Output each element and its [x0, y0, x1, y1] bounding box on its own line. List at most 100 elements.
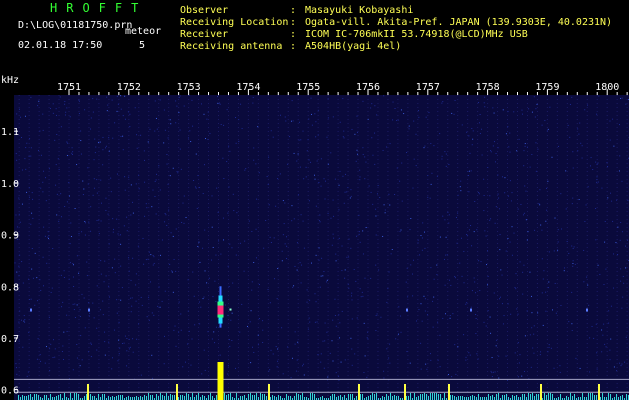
noise-pixel: [68, 195, 70, 197]
noise-pixel: [419, 254, 421, 256]
noise-pixel: [148, 319, 150, 321]
noise-pixel: [610, 192, 612, 194]
noise-pixel: [80, 140, 82, 142]
noise-pixel: [238, 140, 240, 142]
noise-pixel: [560, 304, 562, 306]
noise-pixel: [245, 168, 247, 170]
noise-pixel: [524, 143, 526, 145]
noise-pixel: [330, 152, 332, 154]
noise-pixel: [384, 212, 386, 214]
noise-pixel: [313, 174, 315, 176]
noise-pixel: [100, 273, 102, 275]
noise-pixel: [362, 153, 364, 155]
noise-pixel: [298, 139, 300, 141]
noise-pixel: [228, 145, 230, 147]
noise-pixel: [531, 327, 533, 329]
noise-pixel: [470, 170, 472, 172]
noise-pixel: [423, 295, 425, 297]
noise-pixel: [112, 231, 114, 233]
noise-pixel: [315, 301, 317, 303]
noise-pixel: [382, 235, 384, 237]
noise-pixel: [466, 302, 468, 304]
noise-pixel: [268, 204, 270, 206]
noise-pixel: [386, 301, 388, 303]
noise-pixel: [303, 178, 305, 180]
noise-pixel: [50, 291, 52, 293]
noise-pixel: [289, 136, 291, 138]
noise-pixel: [327, 376, 329, 378]
noise-pixel: [39, 130, 41, 132]
baseline-bar: [70, 393, 71, 400]
noise-pixel: [394, 107, 396, 109]
noise-pixel: [472, 138, 474, 140]
noise-pixel: [111, 267, 113, 269]
noise-pixel: [430, 183, 432, 185]
noise-pixel: [542, 278, 544, 280]
noise-pixel: [421, 237, 423, 239]
noise-pixel: [96, 179, 98, 181]
noise-pixel: [70, 222, 72, 224]
noise-pixel: [617, 226, 619, 228]
baseline-bar: [118, 395, 119, 400]
noise-pixel: [88, 302, 90, 304]
noise-pixel: [202, 298, 204, 300]
noise-pixel: [351, 348, 353, 350]
noise-pixel: [476, 229, 478, 231]
noise-pixel: [102, 300, 104, 302]
noise-pixel: [338, 237, 340, 239]
noise-pixel: [178, 97, 180, 99]
noise-pixel: [557, 249, 559, 251]
noise-pixel: [592, 169, 594, 171]
noise-pixel: [40, 360, 42, 362]
noise-pixel: [596, 181, 598, 183]
noise-pixel: [622, 296, 624, 298]
noise-pixel: [23, 315, 25, 317]
noise-pixel: [152, 189, 154, 191]
noise-pixel: [116, 218, 118, 220]
noise-pixel: [392, 119, 394, 121]
noise-pixel: [284, 202, 286, 204]
noise-pixel: [140, 134, 142, 136]
noise-pixel: [610, 305, 612, 307]
noise-pixel: [363, 322, 365, 324]
noise-pixel: [113, 329, 115, 331]
noise-pixel: [126, 230, 128, 232]
noise-pixel: [24, 115, 26, 117]
baseline-bar: [504, 395, 505, 400]
baseline-bar: [202, 395, 203, 400]
baseline-bar: [74, 393, 75, 400]
noise-pixel: [388, 193, 390, 195]
noise-pixel: [132, 338, 134, 340]
noise-pixel: [533, 352, 535, 354]
baseline-bar: [58, 395, 59, 400]
noise-pixel: [76, 344, 78, 346]
noise-pixel: [154, 180, 156, 182]
noise-pixel: [356, 235, 358, 237]
noise-pixel: [15, 153, 17, 155]
baseline-bar: [502, 395, 503, 400]
noise-pixel: [99, 309, 101, 311]
baseline-bar: [408, 396, 409, 400]
noise-pixel: [199, 301, 201, 303]
noise-pixel: [27, 371, 29, 373]
noise-pixel: [291, 220, 293, 222]
noise-pixel: [315, 205, 317, 207]
noise-pixel: [15, 363, 17, 365]
noise-pixel: [104, 341, 106, 343]
noise-pixel: [104, 331, 106, 333]
noise-pixel: [179, 148, 181, 150]
noise-pixel: [28, 331, 30, 333]
noise-pixel: [59, 96, 61, 98]
noise-pixel: [93, 178, 95, 180]
noise-pixel: [529, 166, 531, 168]
noise-pixel: [216, 187, 218, 189]
noise-pixel: [547, 180, 549, 182]
noise-pixel: [84, 109, 86, 111]
noise-pixel: [331, 340, 333, 342]
noise-pixel: [135, 183, 137, 185]
noise-pixel: [124, 335, 126, 337]
noise-pixel: [486, 250, 488, 252]
noise-pixel: [161, 239, 163, 241]
noise-pixel: [595, 239, 597, 241]
baseline-bar: [428, 396, 429, 400]
